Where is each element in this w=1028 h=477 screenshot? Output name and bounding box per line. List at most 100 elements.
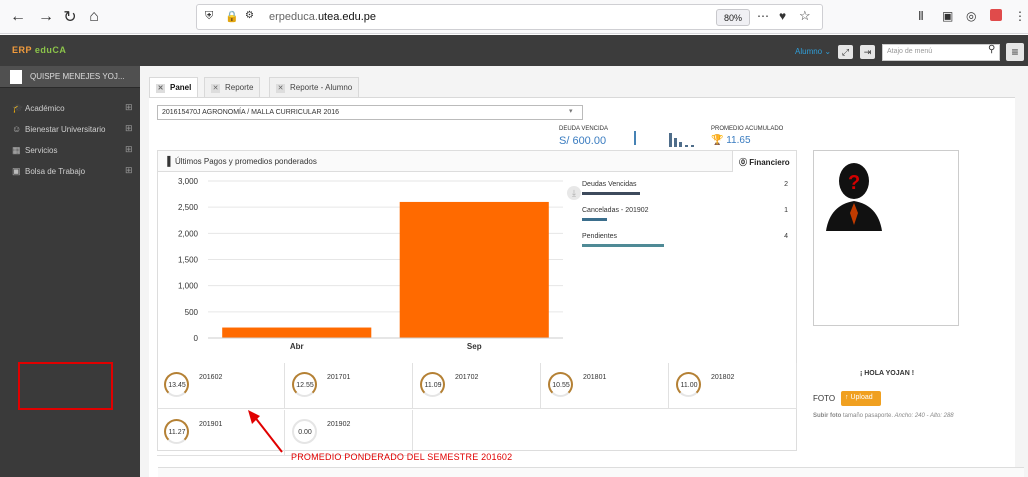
annotation-highlight-box (18, 362, 113, 410)
stat-label: Canceladas - 201902 (582, 207, 649, 214)
semester-card[interactable]: 11.00 201802 (669, 363, 797, 409)
reload-icon[interactable]: ↻ (58, 5, 82, 29)
shield-icon: ⛨ (205, 10, 214, 22)
menu-icon[interactable]: ⋮ (1014, 9, 1026, 23)
sidebar-item-academico[interactable]: 🎓 Académico ⊞ (0, 98, 140, 118)
role-dropdown[interactable]: Alumno ⌄ (795, 47, 831, 56)
menu-search-input[interactable]: Atajo de menú (882, 44, 1000, 61)
stat-count: 1 (784, 207, 788, 214)
close-icon[interactable]: ✕ (156, 84, 165, 93)
logout-icon[interactable]: ⇥ (860, 45, 875, 59)
services-icon: ▦ (12, 145, 21, 155)
profile-photo: ? (813, 150, 959, 326)
average-label: PROMEDIO ACUMULADO (711, 126, 784, 132)
semester-card[interactable]: 0.00 201902 (285, 410, 413, 456)
hamburger-menu-icon[interactable]: ≡ (1006, 43, 1024, 61)
semester-average: 12.55 (296, 382, 314, 389)
home-icon[interactable]: ⌂ (82, 5, 106, 29)
semester-code: 201701 (327, 374, 351, 381)
sidebar-toggle-icon[interactable]: ▣ (942, 9, 953, 23)
stat-track (582, 192, 788, 195)
chart-title: Últimos Pagos y promedios ponderados (175, 157, 317, 166)
briefcase-icon: ▣ (12, 166, 21, 176)
library-icon[interactable]: Ⅱ (918, 9, 924, 23)
semester-card[interactable]: 12.55 201701 (285, 363, 413, 409)
back-icon[interactable]: ← (6, 5, 30, 29)
download-icon[interactable]: ⤓ (567, 186, 581, 200)
semester-code: 201602 (199, 374, 223, 381)
bookmark-star-icon[interactable]: ☆ (799, 8, 811, 24)
average-value: 🏆 11.65 (711, 135, 751, 146)
stat-row: Pendientes 4 (582, 233, 792, 253)
next-panel-header (158, 467, 1024, 477)
tab-panel[interactable]: ✕ Panel (149, 77, 199, 97)
sidebar-item-servicios[interactable]: ▦ Servicios ⊞ (0, 140, 140, 160)
sidebar-item-bienestar[interactable]: ☺ Bienestar Universitario ⊞ (0, 119, 140, 139)
semester-code: 201801 (583, 374, 607, 381)
account-icon[interactable]: ◎ (966, 9, 976, 23)
stat-fill (582, 192, 640, 195)
y-tick-label: 3,000 (178, 177, 199, 186)
semester-card[interactable]: 13.45 201602 (157, 363, 285, 409)
stat-row: Canceladas - 201902 1 (582, 207, 792, 227)
y-tick-label: 2,000 (178, 229, 199, 238)
semester-average: 11.09 (424, 382, 442, 389)
zoom-level[interactable]: 80% (716, 9, 750, 26)
semester-code: 201901 (199, 421, 223, 428)
browser-toolbar: ← → ↻ ⌂ ⛨ 🔒 ⚙ erpeduca.utea.edu.pe 80% ⋯… (0, 0, 1028, 34)
y-tick-label: 1,500 (178, 256, 199, 265)
users-icon: ☺ (12, 124, 22, 134)
sidebar-user[interactable]: QUISPE MENEJES YOJ... (0, 66, 140, 88)
pocket-icon[interactable]: ♥ (779, 9, 786, 23)
expand-icon: ⊞ (125, 123, 133, 133)
url-text: erpeduca.utea.edu.pe (269, 11, 377, 23)
forward-icon[interactable]: → (34, 5, 58, 29)
semester-average: 13.45 (168, 382, 186, 389)
close-icon[interactable]: ✕ (211, 84, 220, 93)
sidebar-item-bolsa[interactable]: ▣ Bolsa de Trabajo ⊞ (0, 161, 140, 181)
semester-code: 201702 (455, 374, 479, 381)
photo-help-text: Subir foto tamaño pasaporte. Ancho: 240 … (813, 413, 954, 419)
sidebar-item-label: Bolsa de Trabajo (25, 167, 86, 176)
sidebar-item-label: Académico (25, 104, 65, 113)
payments-chart: 0 500 1,000 1,500 2,000 2,500 3,000 Abr Sep (178, 177, 563, 351)
annotation-text: PROMEDIO PONDERADO DEL SEMESTRE 201602 (291, 452, 513, 462)
search-icon[interactable]: ⚲ (988, 44, 995, 55)
bar-sep[interactable] (399, 201, 549, 338)
semester-card[interactable]: 10.55 201801 (541, 363, 669, 409)
career-select[interactable]: 201615470J AGRONOMÍA / MALLA CURRICULAR … (157, 105, 583, 120)
upload-icon: ↑ (845, 394, 849, 401)
fullscreen-icon[interactable]: ⤢ (838, 45, 853, 59)
semester-average: 11.27 (168, 429, 186, 436)
graduation-cap-icon: 🎓 (12, 103, 24, 113)
stat-track (582, 244, 788, 247)
tab-reporte[interactable]: ✕ Reporte (204, 77, 261, 97)
semester-card[interactable]: 11.09 201702 (413, 363, 541, 409)
brand-logo[interactable]: ERP eduCA (12, 45, 66, 55)
more-icon[interactable]: ⋯ (757, 9, 769, 23)
debt-sparkline (634, 131, 636, 145)
average-sparkline (669, 133, 694, 147)
stat-row: Deudas Vencidas 2 (582, 181, 792, 201)
extension-icon[interactable] (990, 9, 1002, 21)
bar-abr[interactable] (222, 327, 372, 338)
stat-label: Deudas Vencidas (582, 181, 637, 188)
expand-icon: ⊞ (125, 165, 133, 175)
stat-track (582, 218, 788, 221)
stat-count: 2 (784, 181, 788, 188)
url-bar[interactable]: ⛨ 🔒 ⚙ erpeduca.utea.edu.pe 80% ⋯ ♥ ☆ (196, 4, 823, 30)
foto-label: FOTO (813, 394, 836, 403)
greeting-text: ¡ HOLA YOJAN ! (859, 370, 915, 377)
svg-text:?: ? (848, 172, 860, 194)
close-icon[interactable]: ✕ (276, 84, 285, 93)
insecure-lock-icon: 🔒 (225, 11, 239, 23)
debt-label: DEUDA VENCIDA (559, 126, 609, 132)
tab-reporte-alumno[interactable]: ✕ Reporte - Alumno (269, 77, 360, 97)
bar-chart-icon: ▐ (164, 156, 171, 166)
user-name: QUISPE MENEJES YOJ... (30, 72, 125, 81)
debt-value: S/ 600.00 (559, 135, 607, 147)
sidebar-item-label: Servicios (25, 146, 58, 155)
upload-button[interactable]: ↑ Upload (841, 391, 881, 406)
tab-financiero[interactable]: ⓪ Financiero (732, 151, 796, 172)
stat-fill (582, 244, 665, 247)
